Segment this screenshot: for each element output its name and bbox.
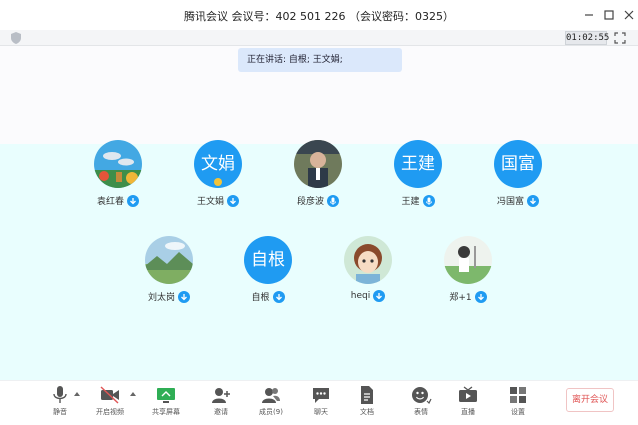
meeting-toolbar: 静音 开启视频 共享屏幕 邀请 成员(9) 聊天 文档 表情 直播 设置 <box>0 380 638 425</box>
avatar: 自根 <box>244 236 292 284</box>
participant-name: 段彦波 <box>296 197 324 207</box>
participant-name: 冯国富 <box>496 197 524 207</box>
mic-off-icon <box>474 290 487 303</box>
avatar <box>444 236 492 284</box>
leave-meeting-button[interactable]: 离开会议 <box>566 388 614 412</box>
mic-active-icon <box>327 194 339 207</box>
add-user-icon <box>212 388 230 403</box>
close-icon <box>624 10 634 20</box>
live-label: 直播 <box>461 408 475 416</box>
participant-name: 袁红春 <box>96 197 124 207</box>
minimize-icon <box>585 14 593 16</box>
mic-off-icon <box>227 194 239 207</box>
settings-grid-icon <box>510 387 526 403</box>
fullscreen-icon[interactable] <box>614 32 626 44</box>
participant-name: 自根 <box>251 293 270 303</box>
chat-label: 聊天 <box>314 408 328 416</box>
window-title: 腾讯会议 会议号：402 501 226 （会议密码：0325） <box>184 10 454 23</box>
shield-icon[interactable] <box>11 32 21 44</box>
participant-tile[interactable]: 段彦波 <box>273 140 363 207</box>
share-screen-label: 共享屏幕 <box>152 408 180 416</box>
meeting-info-bar: 01:02:55 <box>0 30 638 46</box>
participant-name: 刘太岗 <box>147 293 175 303</box>
mute-button[interactable]: 静音 <box>38 385 82 417</box>
avatar <box>145 236 193 284</box>
title-bar: 腾讯会议 会议号：402 501 226 （会议密码：0325） <box>0 0 638 30</box>
mic-off-icon <box>178 290 190 303</box>
close-button[interactable] <box>620 6 638 24</box>
participant-name: 郑+1 <box>449 293 472 303</box>
participant-tile[interactable]: heqi <box>323 236 413 302</box>
reactions-button[interactable]: 表情 <box>399 385 443 417</box>
participant-name: heqi <box>350 291 371 301</box>
meeting-timer: 01:02:55 <box>565 31 610 45</box>
members-button[interactable]: 成员(9) <box>249 385 293 417</box>
speaking-indicator: 正在讲话: 自根; 王文娟; <box>238 48 402 72</box>
speaking-dot <box>214 178 222 186</box>
live-button[interactable]: 直播 <box>446 385 490 417</box>
members-label: 成员(9) <box>259 408 283 416</box>
settings-button[interactable]: 设置 <box>496 385 540 417</box>
chat-icon <box>313 388 329 403</box>
mute-label: 静音 <box>53 408 67 416</box>
mute-options-caret-icon[interactable] <box>73 391 81 397</box>
mic-off-icon <box>272 290 285 303</box>
docs-label: 文档 <box>360 408 374 416</box>
participant-tile[interactable]: 文娟 王文娟 <box>173 140 263 207</box>
participant-name: 王文娟 <box>196 197 224 207</box>
avatar <box>294 140 342 188</box>
maximize-button[interactable] <box>600 6 618 24</box>
avatar <box>344 236 392 284</box>
share-screen-button[interactable]: 共享屏幕 <box>144 385 188 417</box>
avatar <box>94 140 142 188</box>
live-stream-icon <box>459 386 477 402</box>
invite-button[interactable]: 邀请 <box>199 385 243 417</box>
participant-tile[interactable]: 袁红春 <box>73 140 163 207</box>
participant-tile[interactable]: 自根 自根 <box>223 236 313 303</box>
avatar: 王建 <box>394 140 442 188</box>
participant-tile[interactable]: 王建 王建 <box>373 140 463 207</box>
docs-button[interactable]: 文档 <box>345 385 389 417</box>
invite-label: 邀请 <box>214 408 228 416</box>
mic-off-icon <box>127 194 139 207</box>
members-icon <box>262 388 280 403</box>
reactions-label: 表情 <box>414 408 428 416</box>
share-screen-icon <box>157 388 175 403</box>
chat-button[interactable]: 聊天 <box>299 385 343 417</box>
video-button[interactable]: 开启视频 <box>88 385 132 417</box>
camera-off-icon <box>100 386 119 404</box>
microphone-icon <box>53 386 67 403</box>
document-icon <box>361 386 373 404</box>
participant-grid: 袁红春 文娟 王文娟 段彦波 王建 王建 国富 冯国富 刘太岗 自根 自根 he… <box>0 140 638 380</box>
participant-tile[interactable]: 刘太岗 <box>124 236 214 303</box>
video-label: 开启视频 <box>96 408 124 416</box>
video-options-caret-icon[interactable] <box>129 391 137 397</box>
emoji-icon <box>412 387 432 405</box>
avatar: 国富 <box>494 140 542 188</box>
mic-off-icon <box>527 194 539 207</box>
participant-tile[interactable]: 国富 冯国富 <box>473 140 563 207</box>
settings-label: 设置 <box>511 408 525 416</box>
mic-off-icon <box>373 290 386 302</box>
participant-tile[interactable]: 郑+1 <box>423 236 513 303</box>
maximize-icon <box>604 10 614 20</box>
minimize-button[interactable] <box>580 6 598 24</box>
participant-name: 王建 <box>401 197 420 207</box>
mic-active-icon <box>422 194 435 207</box>
